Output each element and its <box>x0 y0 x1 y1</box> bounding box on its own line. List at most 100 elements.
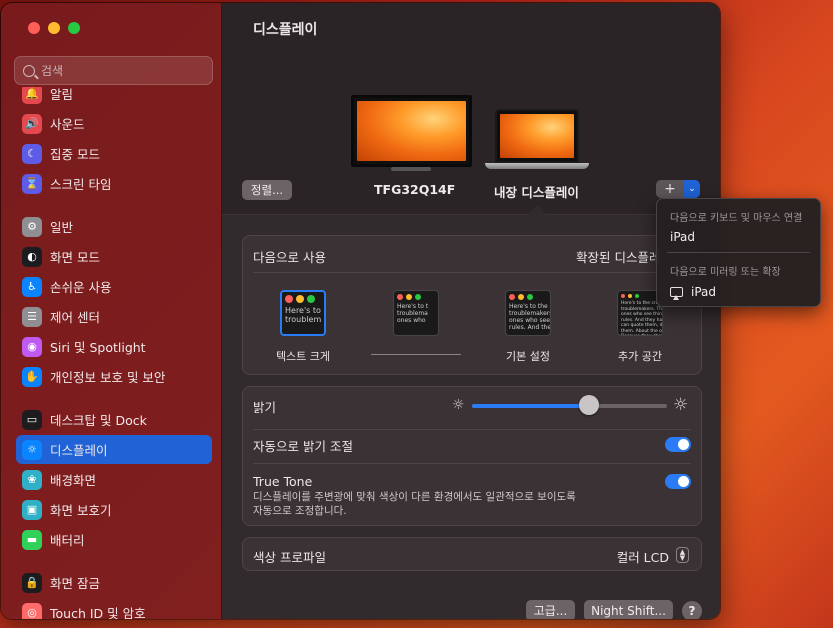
sample-text: can quote them, disagr <box>621 323 663 328</box>
sidebar-item-13[interactable]: ▣ 화면 보호기 <box>16 495 212 524</box>
resolution-option-0[interactable]: Here's to troublem <box>280 290 326 336</box>
resolution-option-label: 기본 설정 <box>506 350 550 363</box>
sample-text: Here's to the cr <box>509 303 551 310</box>
close-button[interactable] <box>28 22 40 34</box>
sample-text: Because they change th <box>621 334 662 335</box>
sidebar-item-4[interactable]: ⚙ 일반 <box>16 212 212 241</box>
menu-header-keyboard-mouse: 다음으로 키보드 및 마우스 연결 <box>670 213 803 224</box>
sidebar-item-12[interactable]: ❀ 배경화면 <box>16 465 212 494</box>
color-profile-stepper-icon[interactable]: ▲ ▼ <box>676 547 689 563</box>
sidebar-item-label: 배경화면 <box>50 473 97 488</box>
auto-brightness-label: 자동으로 밝기 조절 <box>253 439 353 454</box>
sidebar-item-label: 일반 <box>50 220 74 235</box>
sample-text: ones who see th <box>509 317 550 324</box>
sample-text: rules. And they <box>509 324 551 331</box>
sidebar-item-1[interactable]: 🔊 사운드 <box>16 109 212 138</box>
brightness-panel: 밝기 ☼ ☼ 자동으로 밝기 조절 True Tone 디스플레이를 주변광에 … <box>242 386 702 526</box>
color-profile-value[interactable]: 컬러 LCD <box>617 547 669 566</box>
sidebar-item-6[interactable]: ♿ 손쉬운 사용 <box>16 272 212 301</box>
sample-text: troublem <box>285 315 322 324</box>
sidebar-item-label: 데스크탑 및 Dock <box>50 413 147 428</box>
external-display-thumbnail[interactable] <box>351 95 472 171</box>
help-button[interactable]: ? <box>682 601 702 619</box>
page-title: 디스플레이 <box>253 22 318 38</box>
advanced-button[interactable]: 고급... <box>526 600 575 619</box>
sidebar-item-2[interactable]: ☾ 집중 모드 <box>16 139 212 168</box>
wallpaper-icon: ❀ <box>22 469 42 490</box>
use-as-panel: 다음으로 사용 확장된 디스플레 Here's to troublem 텍스트 크게… <box>242 235 702 375</box>
zoom-button[interactable] <box>68 22 80 34</box>
gear-icon: ⚙ <box>22 216 42 237</box>
sidebar-item-label: 화면 보호기 <box>50 503 112 518</box>
sidebar-item-16[interactable]: ◎ Touch ID 및 암호 <box>16 598 212 619</box>
sidebar-item-11[interactable]: ☼ 디스플레이 <box>16 435 212 464</box>
internal-display-label[interactable]: 내장 디스플레이 <box>494 182 579 201</box>
window-controls <box>28 22 80 34</box>
sidebar-item-label: 배터리 <box>50 533 85 548</box>
sidebar-item-label: 집중 모드 <box>50 147 100 162</box>
brightness-slider[interactable] <box>472 404 667 408</box>
search-input[interactable] <box>41 63 201 78</box>
sidebar-item-8[interactable]: ◉ Siri 및 Spotlight <box>16 332 212 361</box>
brightness-slider-knob[interactable] <box>579 395 599 415</box>
arrange-button[interactable]: 정렬... <box>242 180 292 200</box>
menu-item-ipad-mirror[interactable]: iPad <box>670 285 716 300</box>
display-arrangement: 디스플레이 정렬... TFG32Q14F 내장 디스플레이 + ⌄ <box>222 3 720 215</box>
resolution-option-label <box>371 354 461 355</box>
sample-text: Here's to t <box>397 303 429 310</box>
true-tone-label: True Tone <box>253 474 313 489</box>
sample-text: troublema <box>397 310 428 317</box>
night-shift-button[interactable]: Night Shift... <box>584 600 673 619</box>
add-display-control[interactable]: + ⌄ <box>656 180 700 198</box>
accessibility-icon: ♿ <box>22 276 42 297</box>
screensaver-icon: ▣ <box>22 499 42 520</box>
minimize-button[interactable] <box>48 22 60 34</box>
sample-text: ones who see things di <box>621 312 662 317</box>
sidebar-item-label: Siri 및 Spotlight <box>50 340 146 355</box>
lock-icon: 🔒 <box>22 572 42 593</box>
hand-icon: ✋ <box>22 366 42 387</box>
add-display-button[interactable]: + <box>656 180 684 198</box>
sidebar-item-15[interactable]: 🔒 화면 잠금 <box>16 568 212 597</box>
sample-text: Here's to the crazy one <box>621 301 662 306</box>
chevron-down-icon[interactable]: ⌄ <box>684 180 700 198</box>
sidebar-item-9[interactable]: ✋ 개인정보 보호 및 보안 <box>16 362 212 391</box>
internal-display-thumbnail[interactable] <box>485 109 589 171</box>
sidebar-item-label: 화면 모드 <box>50 250 100 265</box>
settings-window: 🔔 알림 🔊 사운드 ☾ 집중 모드 ⌛ 스크린 타임 ⚙ 일반 ◐ 화면 모드 ♿ 손쉬운 사용 ☰ 제어 … <box>0 2 721 620</box>
sidebar-item-label: 손쉬운 사용 <box>50 280 112 295</box>
sidebar-item-3[interactable]: ⌛ 스크린 타임 <box>16 169 212 198</box>
sidebar-item-5[interactable]: ◐ 화면 모드 <box>16 242 212 271</box>
wallpaper-image <box>357 101 466 161</box>
sidebar-item-label: 디스플레이 <box>50 443 108 458</box>
siri-icon: ◉ <box>22 336 42 357</box>
sidebar-item-label: 알림 <box>50 87 74 102</box>
true-tone-toggle[interactable] <box>665 474 691 489</box>
airplay-icon <box>670 287 683 300</box>
add-display-menu: 다음으로 키보드 및 마우스 연결 iPad 다음으로 미러링 또는 확장 iP… <box>656 198 821 307</box>
resolution-option-1[interactable]: Here's to t troublema ones who <box>393 290 439 336</box>
bell-icon: 🔔 <box>22 87 42 104</box>
use-as-value[interactable]: 확장된 디스플레 <box>576 247 660 266</box>
display-sun-icon: ☼ <box>22 439 42 460</box>
appearance-icon: ◐ <box>22 246 42 267</box>
external-display-label[interactable]: TFG32Q14F <box>374 182 455 197</box>
battery-icon: ▬ <box>22 529 42 550</box>
true-tone-description: 디스플레이를 주변광에 맞춰 색상이 다른 환경에서도 일관적으로 보이도록 자… <box>253 491 576 517</box>
auto-brightness-toggle[interactable] <box>665 437 691 452</box>
sidebar-item-14[interactable]: ▬ 배터리 <box>16 525 212 554</box>
sample-text: ones who <box>397 317 426 324</box>
menu-item-ipad-link[interactable]: iPad <box>670 230 695 244</box>
sidebar-item-label: 화면 잠금 <box>50 576 100 591</box>
sidebar-item-7[interactable]: ☰ 제어 센터 <box>16 302 212 331</box>
sidebar-item-0[interactable]: 🔔 알림 <box>16 87 212 108</box>
menu-header-mirror-extend: 다음으로 미러링 또는 확장 <box>670 267 781 278</box>
sidebar-item-10[interactable]: ▭ 데스크탑 및 Dock <box>16 405 212 434</box>
color-profile-panel: 색상 프로파일 컬러 LCD ▲ ▼ <box>242 537 702 571</box>
moon-icon: ☾ <box>22 143 42 164</box>
search-field[interactable] <box>14 56 213 85</box>
sun-large-icon: ☼ <box>673 395 689 415</box>
sidebar: 🔔 알림 🔊 사운드 ☾ 집중 모드 ⌛ 스크린 타임 ⚙ 일반 ◐ 화면 모드 ♿ 손쉬운 사용 ☰ 제어 … <box>1 3 222 619</box>
sidebar-item-label: 스크린 타임 <box>50 177 112 192</box>
resolution-option-2[interactable]: Here's to the cr troublemakers. ones who s… <box>505 290 551 336</box>
